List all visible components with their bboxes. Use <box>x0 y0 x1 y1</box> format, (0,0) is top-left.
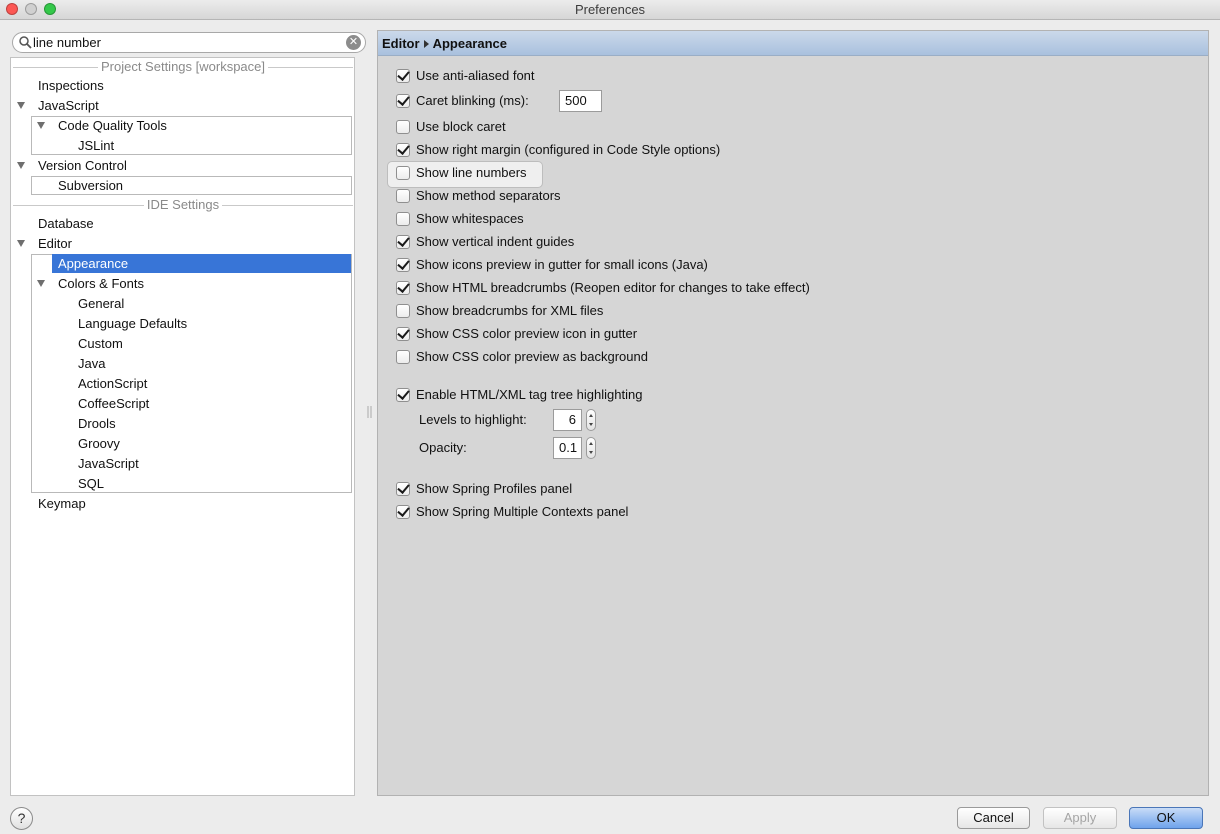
tree-item-database[interactable]: Database <box>38 214 94 234</box>
html-breadcrumbs-checkbox[interactable] <box>396 281 410 295</box>
tree-item-general[interactable]: General <box>78 294 124 314</box>
appearance-panel: Editor Appearance Use anti-aliased font C… <box>377 30 1209 796</box>
search-input[interactable] <box>33 34 333 51</box>
xml-breadcrumbs-checkbox[interactable] <box>396 304 410 318</box>
tree-item-subversion[interactable]: Subversion <box>58 176 123 196</box>
tree-item-javascript[interactable]: JavaScript <box>38 96 99 116</box>
clear-search-icon[interactable]: ✕ <box>346 35 361 50</box>
project-settings-header: Project Settings [workspace] <box>13 59 353 75</box>
tree-item-coffeescript[interactable]: CoffeeScript <box>78 394 149 414</box>
breadcrumb-appearance: Appearance <box>432 36 507 51</box>
settings-tree: Project Settings [workspace] Inspections… <box>10 57 355 796</box>
tree-item-groovy[interactable]: Groovy <box>78 434 120 454</box>
expand-triangle-icon[interactable] <box>37 122 45 129</box>
opacity-stepper[interactable] <box>586 437 596 459</box>
tree-item-drools[interactable]: Drools <box>78 414 116 434</box>
levels-stepper[interactable] <box>586 409 596 431</box>
cancel-button[interactable]: Cancel <box>957 807 1030 829</box>
tree-item-jslint[interactable]: JSLint <box>78 136 114 156</box>
expand-triangle-icon[interactable] <box>17 162 25 169</box>
splitter-handle[interactable] <box>367 405 373 419</box>
tree-item-colors-fonts[interactable]: Colors & Fonts <box>58 274 144 294</box>
tree-item-keymap[interactable]: Keymap <box>38 494 86 514</box>
tree-item-custom[interactable]: Custom <box>78 334 123 354</box>
tree-item-version-control[interactable]: Version Control <box>38 156 127 176</box>
right-margin-checkbox[interactable] <box>396 143 410 157</box>
css-color-icon-checkbox[interactable] <box>396 327 410 341</box>
spring-contexts-checkbox[interactable] <box>396 505 410 519</box>
css-color-background-checkbox[interactable] <box>396 350 410 364</box>
breadcrumb-arrow-icon <box>423 40 429 49</box>
icons-preview-checkbox[interactable] <box>396 258 410 272</box>
ide-settings-header: IDE Settings <box>13 197 353 213</box>
tree-item-actionscript[interactable]: ActionScript <box>78 374 147 394</box>
line-numbers-checkbox[interactable] <box>396 166 410 180</box>
tree-item-code-quality-tools[interactable]: Code Quality Tools <box>58 116 167 136</box>
ok-button[interactable]: OK <box>1129 807 1203 829</box>
tree-item-sql[interactable]: SQL <box>78 474 104 494</box>
breadcrumb-editor[interactable]: Editor <box>382 36 420 51</box>
spring-profiles-checkbox[interactable] <box>396 482 410 496</box>
caret-blinking-checkbox[interactable] <box>396 94 410 108</box>
method-separators-checkbox[interactable] <box>396 189 410 203</box>
tree-item-inspections[interactable]: Inspections <box>38 76 104 96</box>
whitespaces-checkbox[interactable] <box>396 212 410 226</box>
indent-guides-checkbox[interactable] <box>396 235 410 249</box>
title-bar: Preferences <box>0 0 1220 20</box>
search-field[interactable]: ✕ <box>12 32 366 53</box>
levels-input[interactable]: 6 <box>553 409 582 431</box>
tag-tree-checkbox[interactable] <box>396 388 410 402</box>
opacity-input[interactable]: 0.1 <box>553 437 582 459</box>
tree-item-appearance[interactable]: Appearance <box>58 254 128 274</box>
block-caret-checkbox[interactable] <box>396 120 410 134</box>
tree-item-javascript-colors[interactable]: JavaScript <box>78 454 139 474</box>
panel-breadcrumb: Editor Appearance <box>378 31 1208 56</box>
window-title: Preferences <box>574 2 646 17</box>
levels-label: Levels to highlight: <box>419 412 527 427</box>
apply-button[interactable]: Apply <box>1043 807 1117 829</box>
caret-blinking-input[interactable]: 500 <box>559 90 602 112</box>
expand-triangle-icon[interactable] <box>17 102 25 109</box>
tree-item-java[interactable]: Java <box>78 354 105 374</box>
help-button[interactable]: ? <box>10 807 33 830</box>
tree-item-language-defaults[interactable]: Language Defaults <box>78 314 187 334</box>
tree-item-editor[interactable]: Editor <box>38 234 72 254</box>
expand-triangle-icon[interactable] <box>37 280 45 287</box>
search-icon <box>19 36 32 49</box>
opacity-label: Opacity: <box>419 440 467 455</box>
expand-triangle-icon[interactable] <box>17 240 25 247</box>
anti-aliased-checkbox[interactable] <box>396 69 410 83</box>
